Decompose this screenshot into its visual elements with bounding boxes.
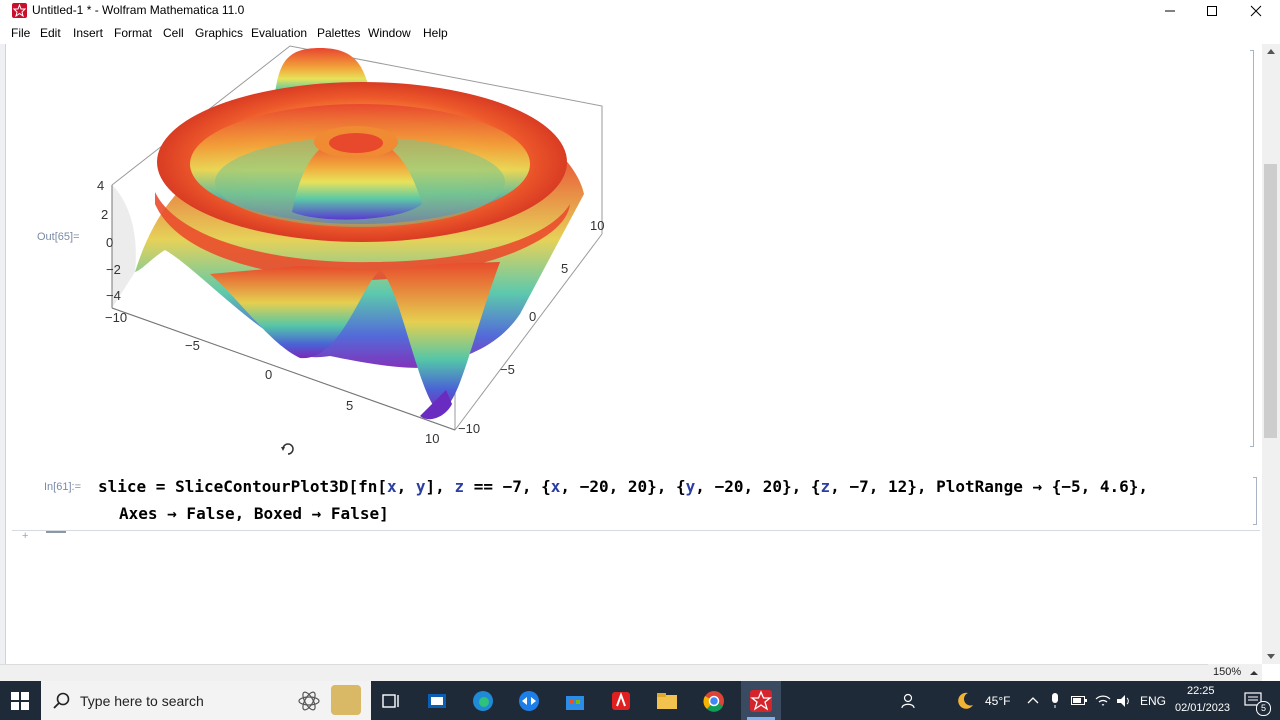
store-app-icon[interactable] [425, 689, 449, 713]
teamviewer-icon[interactable] [517, 689, 541, 713]
menu-edit[interactable]: Edit [40, 26, 61, 40]
zoom-control[interactable]: 150% [1208, 664, 1262, 681]
file-explorer-icon[interactable] [655, 689, 679, 713]
x-tick-label: −5 [185, 338, 200, 353]
minimize-button[interactable] [1148, 0, 1192, 22]
wifi-icon[interactable] [1095, 694, 1111, 708]
x-tick-label: 10 [425, 431, 439, 446]
mathematica-taskbar-button[interactable] [741, 681, 781, 720]
menu-graphics[interactable]: Graphics [195, 26, 243, 40]
x-tick-label: 0 [265, 367, 272, 382]
menu-cell[interactable]: Cell [163, 26, 184, 40]
menu-evaluation[interactable]: Evaluation [251, 26, 307, 40]
menu-format[interactable]: Format [114, 26, 152, 40]
scroll-down-icon[interactable] [1262, 650, 1280, 664]
y-tick-label: −5 [500, 362, 515, 377]
task-view-icon[interactable] [379, 689, 403, 713]
microphone-icon[interactable] [1049, 693, 1061, 709]
menu-insert[interactable]: Insert [73, 26, 103, 40]
maximize-icon [1207, 6, 1217, 16]
search-highlight-image[interactable] [331, 685, 361, 715]
y-tick-label: 0 [529, 309, 536, 324]
z-tick-label: 0 [106, 235, 113, 250]
weather-moon-icon[interactable] [954, 690, 976, 712]
volume-icon[interactable] [1116, 694, 1132, 708]
input-language[interactable]: ENG [1140, 694, 1166, 708]
people-icon[interactable] [900, 692, 918, 710]
y-tick-label: −10 [458, 421, 480, 436]
microsoft-store-icon[interactable] [563, 689, 587, 713]
battery-icon[interactable] [1071, 695, 1087, 707]
cell-insertion-caret [46, 531, 66, 533]
cell-insertion-line[interactable] [12, 530, 1260, 531]
output-cell-bracket[interactable] [1250, 50, 1254, 447]
notification-count-badge: 5 [1256, 701, 1271, 716]
close-button[interactable] [1234, 0, 1278, 22]
show-hidden-icons-chevron-icon[interactable] [1027, 695, 1039, 707]
acrobat-icon[interactable] [609, 689, 633, 713]
maximize-button[interactable] [1190, 0, 1234, 22]
input-cell-bracket[interactable] [1253, 477, 1257, 525]
z-tick-label: 2 [101, 207, 108, 222]
zoom-level: 150% [1213, 666, 1242, 678]
z-tick-label: −2 [106, 262, 121, 277]
minimize-icon [1165, 10, 1175, 12]
y-tick-label: 5 [561, 261, 568, 276]
zoom-dropdown-icon[interactable] [1249, 668, 1259, 678]
edge-icon[interactable] [471, 689, 495, 713]
search-icon [53, 692, 70, 709]
menu-bar: File Edit Insert Format Cell Graphics Ev… [0, 22, 1280, 44]
rotate-cursor-icon [281, 443, 294, 455]
weather-temperature[interactable]: 45°F [985, 694, 1010, 708]
menu-help[interactable]: Help [423, 26, 448, 40]
window-title: Untitled-1 * - Wolfram Mathematica 11.0 [32, 3, 245, 17]
windows-start-icon[interactable] [11, 692, 29, 710]
input-label: In[61]:= [44, 481, 82, 493]
scrollbar-thumb[interactable] [1264, 164, 1277, 438]
taskbar-search-box[interactable]: Type here to search [41, 681, 371, 720]
search-placeholder: Type here to search [80, 693, 204, 709]
cortana-icon[interactable] [297, 689, 321, 713]
z-tick-label: 4 [97, 178, 104, 193]
clock-time[interactable]: 22:25 [1187, 685, 1215, 697]
title-bar: Untitled-1 * - Wolfram Mathematica 11.0 [0, 0, 1280, 22]
input-code-line-2[interactable]: Axes → False, Boxed → False] [119, 504, 389, 523]
x-tick-label: 5 [346, 398, 353, 413]
clock-date[interactable]: 02/01/2023 [1175, 702, 1230, 714]
add-cell-icon[interactable]: + [22, 530, 28, 542]
y-tick-label: 10 [590, 218, 604, 233]
mathematica-app-icon[interactable] [12, 3, 27, 18]
z-tick-label: −4 [106, 288, 121, 303]
menu-file[interactable]: File [11, 26, 30, 40]
close-icon [1250, 5, 1262, 17]
surface-plot-3d[interactable]: 4 2 0 −2 −4 −10 −5 0 5 10 10 5 0 −5 −10 [0, 44, 640, 464]
status-bar [0, 664, 1208, 682]
windows-taskbar: Type here to search 45°F ENG 22:25 02/01… [0, 681, 1280, 720]
menu-palettes[interactable]: Palettes [317, 26, 360, 40]
mathematica-icon [750, 690, 772, 712]
menu-window[interactable]: Window [368, 26, 411, 40]
scroll-up-icon[interactable] [1262, 44, 1280, 58]
chrome-icon[interactable] [702, 689, 726, 713]
input-code-line-1[interactable]: slice = SliceContourPlot3D[fn[x, y], z =… [98, 477, 1148, 496]
x-tick-label: −10 [105, 310, 127, 325]
